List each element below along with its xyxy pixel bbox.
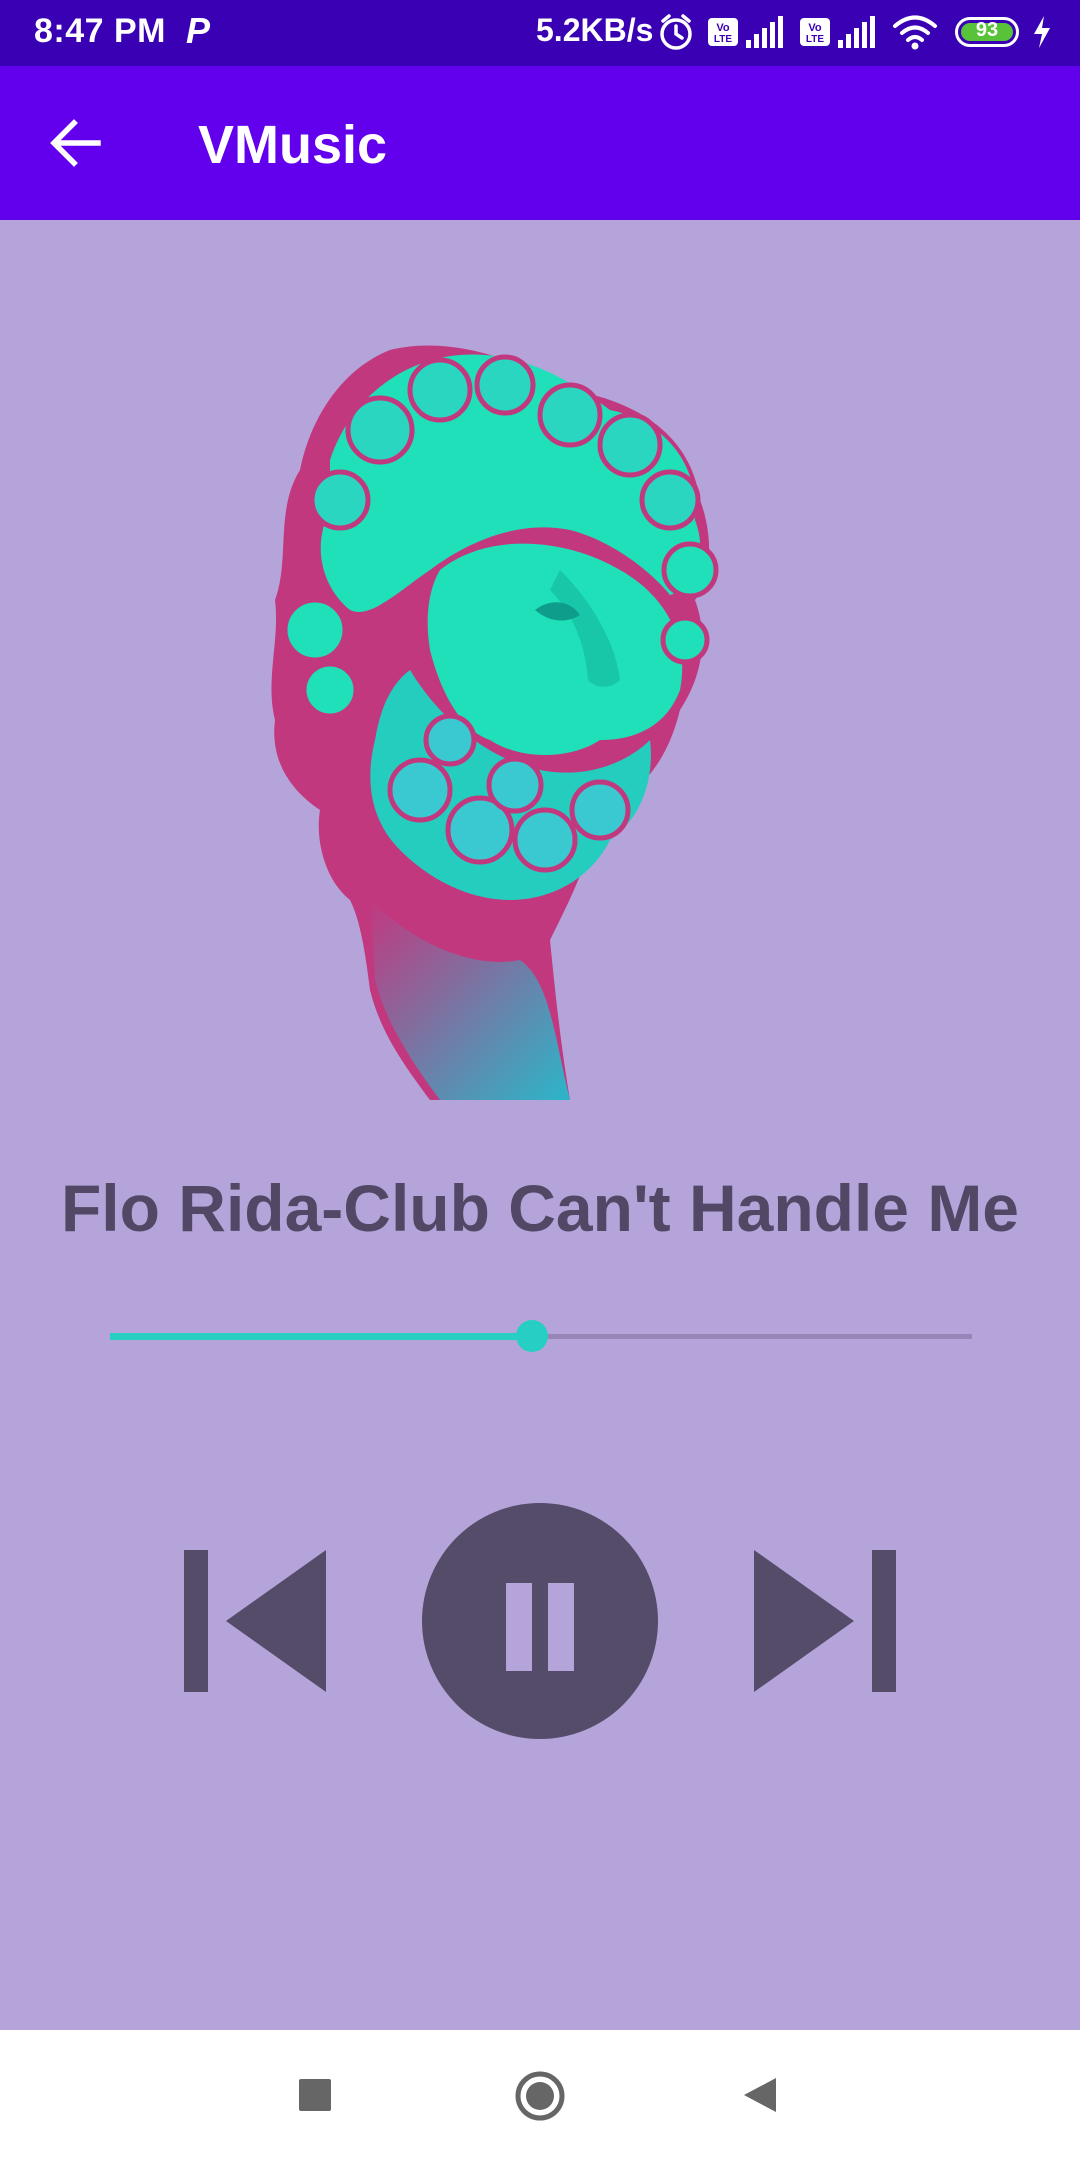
wifi-icon: [893, 15, 937, 50]
next-button[interactable]: [752, 1548, 898, 1694]
app-indicator-icon: P: [186, 10, 211, 51]
previous-button[interactable]: [182, 1548, 328, 1694]
alarm-icon: [660, 14, 692, 50]
skip-previous-icon: [184, 1550, 326, 1692]
signal-icon: [838, 16, 875, 48]
svg-text:LTE: LTE: [806, 34, 824, 45]
system-nav-bar: [0, 2030, 1080, 2160]
seekbar-progress: [110, 1333, 533, 1340]
recents-square-icon[interactable]: [298, 2078, 332, 2112]
status-time: 8:47 PM: [34, 12, 166, 50]
volte-icon: Vo LTE: [708, 18, 738, 46]
seekbar-thumb[interactable]: [516, 1320, 549, 1352]
signal-icon: [746, 16, 783, 48]
app-title: VMusic: [198, 115, 388, 175]
song-title: Flo Rida-Club Can't Handle Me: [60, 1171, 1020, 1245]
status-bar: 8:47 PM P 5.2KB/s Vo LTE Vo LTE 93: [0, 0, 1080, 66]
pause-icon: [506, 1583, 532, 1671]
volte-icon: Vo LTE: [800, 18, 830, 46]
svg-text:Vo: Vo: [808, 22, 822, 34]
seekbar[interactable]: [110, 1320, 972, 1352]
home-circle-icon[interactable]: [514, 2070, 566, 2122]
network-speed: 5.2KB/s: [536, 12, 654, 48]
back-triangle-icon[interactable]: [742, 2076, 778, 2114]
arrow-back-icon[interactable]: [48, 117, 104, 169]
album-art-statue-icon: [271, 345, 719, 1100]
svg-text:Vo: Vo: [716, 22, 730, 34]
battery-level: 93: [975, 19, 999, 41]
battery-icon: 93: [955, 17, 1019, 47]
app-bar: VMusic: [0, 66, 1080, 220]
play-pause-button[interactable]: [422, 1503, 658, 1739]
svg-text:LTE: LTE: [714, 34, 732, 45]
charging-icon: [1034, 16, 1050, 48]
skip-next-icon: [754, 1550, 896, 1692]
